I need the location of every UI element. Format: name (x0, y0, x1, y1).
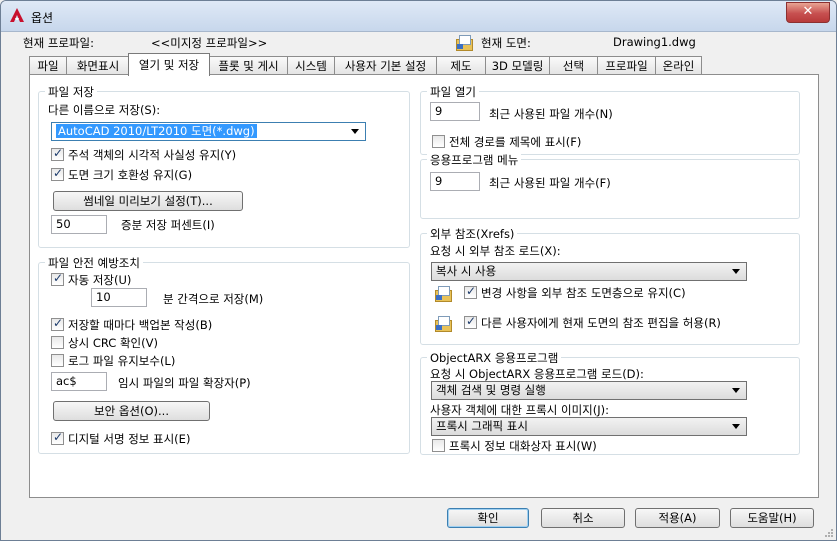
proxy-image-selected: 프록시 그래픽 표시 (436, 419, 528, 433)
incremental-input[interactable]: 50 (51, 215, 107, 234)
arx-demand-select[interactable]: 객체 검색 및 명령 실행 (431, 381, 747, 400)
crc-checkbox[interactable] (51, 336, 64, 349)
profile-value: <<미지정 프로파일>> (151, 36, 268, 50)
drawing-icon (456, 34, 473, 51)
save-as-select[interactable]: AutoCAD 2010/LT2010 도면(*.dwg) (51, 122, 366, 141)
thumbnail-settings-button[interactable]: 썸네일 미리보기 설정(T)... (53, 191, 243, 211)
autocad-logo-icon (10, 8, 24, 22)
tab-plot-publish[interactable]: 플롯 및 게시 (209, 56, 288, 75)
file-open-title: 파일 열기 (427, 84, 479, 100)
annot-visual-checkbox[interactable] (51, 146, 64, 161)
tab-open-save[interactable]: 열기 및 저장 (128, 53, 210, 76)
chevron-down-icon (351, 129, 359, 134)
options-dialog: 옵션 ✕ 현재 프로파일: <<미지정 프로파일>> 현재 도면: Drawin… (0, 0, 837, 541)
tab-display[interactable]: 화면표시 (66, 56, 130, 75)
xref-demand-selected: 복사 시 사용 (436, 264, 497, 278)
log-checkbox[interactable] (51, 354, 64, 367)
tab-drafting[interactable]: 제도 (436, 56, 486, 75)
help-button[interactable]: 도움말(H) (730, 508, 814, 528)
close-icon: ✕ (802, 4, 814, 19)
drawing-label: 현재 도면: (481, 36, 531, 50)
recent-files-input[interactable]: 9 (430, 102, 480, 121)
chevron-down-icon (732, 388, 740, 393)
xref-demand-label: 요청 시 외부 참조 로드(X): (430, 244, 561, 258)
digital-signature-label: 디지털 서명 정보 표시(E) (68, 432, 191, 446)
cancel-button[interactable]: 취소 (541, 508, 625, 528)
retain-changes-label: 변경 사항을 외부 참조 도면층으로 유지(C) (481, 286, 686, 300)
tab-panel: 파일 저장 다른 이름으로 저장(S): AutoCAD 2010/LT2010… (29, 74, 819, 498)
drawing-size-checkbox[interactable] (51, 166, 64, 181)
save-as-label: 다른 이름으로 저장(S): (48, 103, 161, 117)
log-label: 로그 파일 유지보수(L) (68, 354, 176, 368)
tab-online[interactable]: 온라인 (655, 56, 702, 75)
xrefs-title: 외부 참조(Xrefs) (427, 226, 518, 242)
autosave-interval-label: 분 간격으로 저장(M) (163, 292, 264, 306)
incremental-label: 증분 저장 퍼센트(I) (121, 218, 215, 232)
ok-button[interactable]: 확인 (447, 508, 529, 528)
drawing-size-label: 도면 크기 호환성 유지(G) (68, 168, 193, 182)
tab-selection[interactable]: 선택 (549, 56, 598, 75)
recent-files-label: 최근 사용된 파일 개수(N) (489, 107, 613, 121)
profile-label: 현재 프로파일: (23, 36, 95, 50)
tab-profiles[interactable]: 프로파일 (597, 56, 656, 75)
digital-signature-checkbox[interactable] (51, 430, 64, 445)
crc-label: 상시 CRC 확인(V) (68, 336, 158, 350)
allow-edit-label: 다른 사용자에게 현재 도면의 참조 편집을 허용(R) (481, 316, 721, 330)
drawing-value: Drawing1.dwg (613, 35, 696, 49)
backup-checkbox[interactable] (51, 316, 64, 331)
arx-demand-selected: 객체 검색 및 명령 실행 (436, 383, 546, 397)
full-path-label: 전체 경로를 제목에 표시(F) (449, 135, 582, 149)
autosave-label: 자동 저장(U) (68, 273, 132, 287)
file-save-title: 파일 저장 (45, 84, 97, 100)
title-bar[interactable]: 옵션 ✕ (1, 1, 836, 32)
proxy-dialog-checkbox[interactable] (432, 439, 445, 452)
app-menu-recent-label: 최근 사용된 파일 개수(F) (489, 176, 611, 190)
xref-demand-select[interactable]: 복사 시 사용 (431, 262, 747, 281)
resize-grip-icon[interactable] (824, 528, 834, 538)
full-path-checkbox[interactable] (432, 135, 445, 148)
chevron-down-icon (732, 424, 740, 429)
security-options-button[interactable]: 보안 옵션(O)... (53, 401, 210, 421)
save-as-selected: AutoCAD 2010/LT2010 도면(*.dwg) (56, 124, 257, 138)
autosave-interval-input[interactable]: 10 (91, 288, 147, 307)
app-menu-title: 응용프로그램 메뉴 (427, 152, 522, 168)
window-title: 옵션 (31, 11, 54, 25)
file-safety-title: 파일 안전 예방조치 (45, 255, 143, 271)
objectarx-title: ObjectARX 응용프로그램 (427, 350, 562, 366)
allow-edit-checkbox[interactable] (464, 314, 477, 329)
autosave-checkbox[interactable] (51, 271, 64, 286)
proxy-image-label: 사용자 객체에 대한 프록시 이미지(J): (430, 403, 609, 417)
close-button[interactable]: ✕ (786, 2, 830, 23)
tab-system[interactable]: 시스템 (287, 56, 335, 75)
tab-files[interactable]: 파일 (29, 56, 67, 75)
annot-visual-label: 주석 객체의 시각적 사실성 유지(Y) (68, 148, 237, 162)
tab-3d-modeling[interactable]: 3D 모델링 (485, 56, 550, 75)
temp-ext-input[interactable]: ac$ (51, 372, 107, 391)
chevron-down-icon (732, 269, 740, 274)
xref-layer-icon (435, 285, 452, 302)
backup-label: 저장할 때마다 백업본 작성(B) (68, 318, 213, 332)
arx-demand-label: 요청 시 ObjectARX 응용프로그램 로드(D): (430, 367, 644, 381)
xref-edit-icon (435, 315, 452, 332)
tab-user-preferences[interactable]: 사용자 기본 설정 (334, 56, 437, 75)
app-menu-recent-input[interactable]: 9 (430, 172, 480, 191)
proxy-image-select[interactable]: 프록시 그래픽 표시 (431, 417, 747, 436)
retain-changes-checkbox[interactable] (464, 284, 477, 299)
apply-button[interactable]: 적용(A) (635, 508, 720, 528)
proxy-dialog-label: 프록시 정보 대화상자 표시(W) (449, 439, 597, 453)
temp-ext-label: 임시 파일의 파일 확장자(P) (118, 376, 251, 390)
